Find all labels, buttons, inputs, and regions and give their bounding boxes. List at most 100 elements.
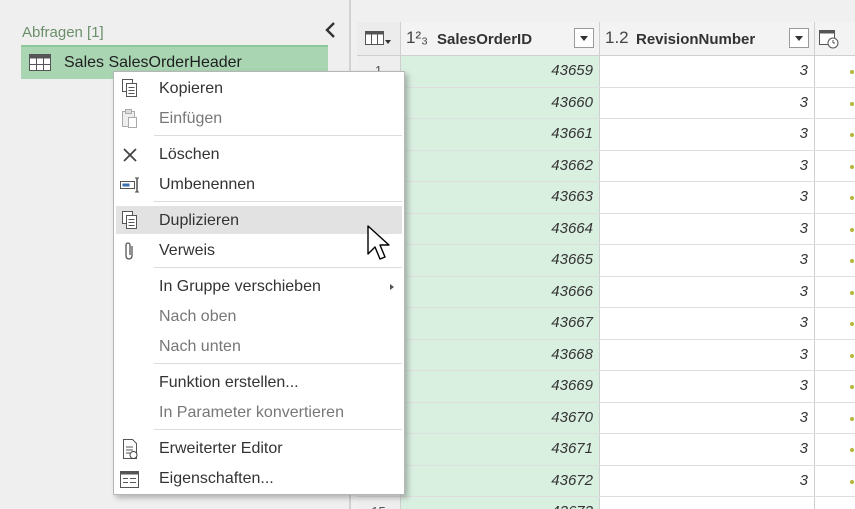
menu-item-label: In Gruppe verschieben bbox=[159, 278, 321, 295]
rename-icon bbox=[119, 174, 141, 196]
menu-item-erweiterter-editor[interactable]: Erweiterter Editor bbox=[116, 434, 402, 462]
table-row[interactable]: 15 43673 bbox=[357, 497, 855, 509]
menu-item-nach-unten[interactable]: Nach unten bbox=[116, 332, 402, 360]
cell-revisionnumber[interactable]: 3 bbox=[600, 245, 815, 276]
menu-item-umbenennen[interactable]: Umbenennen bbox=[116, 170, 402, 198]
cell-date[interactable] bbox=[815, 277, 855, 308]
column-header-revisionnumber[interactable]: 1.2 RevisionNumber bbox=[600, 22, 815, 55]
table-row[interactable]: 43667 3 bbox=[357, 308, 855, 340]
cell-date[interactable] bbox=[815, 182, 855, 213]
cell-revisionnumber[interactable]: 3 bbox=[600, 402, 815, 433]
menu-item-löschen[interactable]: Löschen bbox=[116, 140, 402, 168]
whole-number-type-icon[interactable]: 1²₃ bbox=[406, 28, 428, 48]
table-row[interactable]: 43666 3 bbox=[357, 276, 855, 308]
table-row[interactable]: 43672 3 bbox=[357, 465, 855, 497]
table-row[interactable]: 43660 3 bbox=[357, 87, 855, 119]
table-row[interactable]: 43669 3 bbox=[357, 371, 855, 403]
cell-date[interactable] bbox=[815, 56, 855, 87]
cell-date[interactable] bbox=[815, 371, 855, 402]
cell-revisionnumber[interactable]: 3 bbox=[600, 56, 815, 87]
cell-date[interactable] bbox=[815, 308, 855, 339]
cell-salesorderid[interactable]: 43663 bbox=[401, 182, 600, 213]
cell-revisionnumber[interactable]: 3 bbox=[600, 434, 815, 465]
cell-salesorderid[interactable]: 43662 bbox=[401, 150, 600, 181]
cell-date[interactable] bbox=[815, 151, 855, 182]
table-row[interactable]: 1436593 bbox=[357, 56, 855, 88]
cell-revisionnumber[interactable]: 3 bbox=[600, 276, 815, 307]
menu-item-kopieren[interactable]: Kopieren bbox=[116, 74, 402, 102]
cell-salesorderid[interactable]: 43665 bbox=[401, 245, 600, 276]
menu-separator bbox=[154, 135, 402, 136]
cell-date[interactable] bbox=[815, 434, 855, 465]
cell-salesorderid[interactable]: 43659 bbox=[401, 56, 600, 87]
table-row[interactable]: 43661 3 bbox=[357, 119, 855, 151]
cell-revisionnumber[interactable]: 3 bbox=[600, 371, 815, 402]
datetime-type-icon[interactable] bbox=[815, 22, 855, 55]
cell-revisionnumber[interactable]: 3 bbox=[600, 150, 815, 181]
cell-revisionnumber[interactable]: 3 bbox=[600, 87, 815, 118]
cell-salesorderid[interactable]: 43664 bbox=[401, 213, 600, 244]
collapse-pane-button[interactable] bbox=[322, 20, 340, 40]
table-row[interactable]: 43668 3 bbox=[357, 339, 855, 371]
table-row[interactable]: 43662 3 bbox=[357, 150, 855, 182]
menu-item-in-gruppe-verschieben[interactable]: In Gruppe verschieben bbox=[116, 272, 402, 300]
column-header-date[interactable] bbox=[815, 22, 855, 55]
menu-item-nach-oben[interactable]: Nach oben bbox=[116, 302, 402, 330]
cell-salesorderid[interactable]: 43671 bbox=[401, 434, 600, 465]
cell-revisionnumber[interactable]: 3 bbox=[600, 119, 815, 150]
column-filter-dropdown[interactable] bbox=[789, 28, 809, 48]
cell-salesorderid[interactable]: 43673 bbox=[401, 497, 600, 509]
menu-item-funktion-erstellen[interactable]: Funktion erstellen... bbox=[116, 368, 402, 396]
menu-item-label: Umbenennen bbox=[159, 176, 256, 193]
cell-date[interactable] bbox=[815, 340, 855, 371]
cell-date[interactable] bbox=[815, 245, 855, 276]
menu-item-duplizieren[interactable]: Duplizieren bbox=[116, 206, 402, 234]
cell-value: 3 bbox=[799, 345, 808, 363]
cell-salesorderid[interactable]: 43670 bbox=[401, 402, 600, 433]
menu-item-einfügen[interactable]: Einfügen bbox=[116, 104, 402, 132]
menu-item-label: Einfügen bbox=[159, 110, 223, 127]
table-row[interactable]: 43663 3 bbox=[357, 182, 855, 214]
cell-salesorderid[interactable]: 43660 bbox=[401, 87, 600, 118]
cell-salesorderid[interactable]: 43669 bbox=[401, 371, 600, 402]
column-header-salesorderid[interactable]: 1²₃ SalesOrderID bbox=[401, 22, 600, 55]
cell-value-marker bbox=[850, 101, 854, 106]
table-menu-icon bbox=[365, 31, 391, 45]
cell-revisionnumber[interactable]: 3 bbox=[600, 339, 815, 370]
data-grid: 1²₃ SalesOrderID 1.2 RevisionNumber 1436… bbox=[357, 22, 855, 509]
column-name: SalesOrderID bbox=[437, 31, 533, 48]
cell-salesorderid[interactable]: 43672 bbox=[401, 465, 600, 496]
cell-date[interactable] bbox=[815, 466, 855, 497]
cell-revisionnumber[interactable]: 3 bbox=[600, 308, 815, 339]
delete-x-icon bbox=[119, 144, 141, 166]
cell-value: 43670 bbox=[551, 408, 593, 426]
cell-salesorderid[interactable]: 43668 bbox=[401, 339, 600, 370]
cell-date[interactable] bbox=[815, 88, 855, 119]
table-menu-button[interactable] bbox=[357, 22, 401, 55]
cell-date[interactable] bbox=[815, 497, 855, 509]
menu-item-in-parameter-konvertieren[interactable]: In Parameter konvertieren bbox=[116, 398, 402, 426]
cell-value-marker bbox=[850, 259, 854, 263]
cell-revisionnumber[interactable]: 3 bbox=[600, 182, 815, 213]
table-row[interactable]: 43664 3 bbox=[357, 213, 855, 245]
advanced-editor-icon bbox=[119, 438, 141, 460]
menu-item-verweis[interactable]: Verweis bbox=[116, 236, 402, 264]
row-number[interactable]: 15 bbox=[357, 504, 400, 509]
cell-date[interactable] bbox=[815, 214, 855, 245]
menu-item-eigenschaften[interactable]: Eigenschaften... bbox=[116, 464, 402, 492]
cell-value: 43668 bbox=[551, 345, 593, 363]
table-row[interactable]: 43665 3 bbox=[357, 245, 855, 277]
column-filter-dropdown[interactable] bbox=[574, 28, 594, 48]
cell-salesorderid[interactable]: 43661 bbox=[401, 119, 600, 150]
cell-date[interactable] bbox=[815, 403, 855, 434]
cell-revisionnumber[interactable] bbox=[600, 497, 815, 509]
cell-salesorderid[interactable]: 43666 bbox=[401, 276, 600, 307]
cell-value: 3 bbox=[799, 471, 808, 489]
cell-revisionnumber[interactable]: 3 bbox=[600, 213, 815, 244]
cell-salesorderid[interactable]: 43667 bbox=[401, 308, 600, 339]
decimal-type-icon[interactable]: 1.2 bbox=[605, 28, 629, 48]
table-row[interactable]: 43671 3 bbox=[357, 434, 855, 466]
table-row[interactable]: 43670 3 bbox=[357, 402, 855, 434]
cell-revisionnumber[interactable]: 3 bbox=[600, 465, 815, 496]
cell-date[interactable] bbox=[815, 119, 855, 150]
